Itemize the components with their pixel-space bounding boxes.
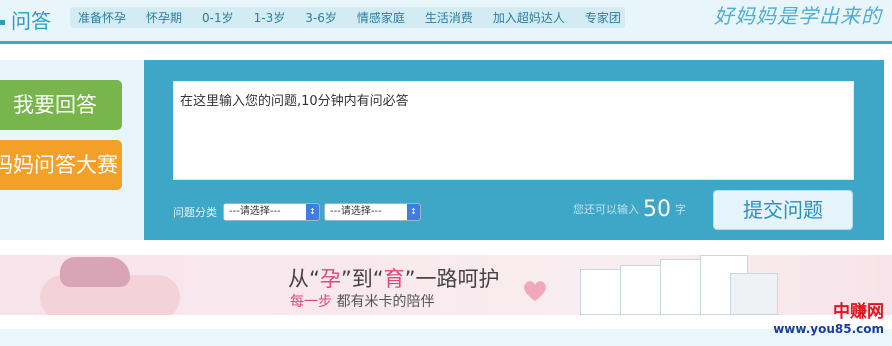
brand-label: 问答 [11, 9, 51, 33]
nav-item-join[interactable]: 加入超妈达人 [493, 9, 565, 26]
brand-dot-icon [0, 20, 5, 25]
header-divider [0, 41, 892, 44]
category-label: 问题分类 [173, 206, 217, 219]
category-select-2-value: ---请选择--- [330, 206, 382, 217]
category-nav: 准备怀孕 怀孕期 0-1岁 1-3岁 3-6岁 情感家庭 生活消费 加入超妈达人… [70, 7, 625, 28]
header: 问答 准备怀孕 怀孕期 0-1岁 1-3岁 3-6岁 情感家庭 生活消费 加入超… [0, 0, 892, 44]
nav-item-1-3[interactable]: 1-3岁 [254, 9, 286, 26]
remaining-prefix: 您还可以输入 [573, 203, 639, 216]
banner-subtitle: 每一步 都有米卡的陪伴 [290, 291, 434, 311]
banner-title-part: 从“ [288, 267, 320, 291]
watermark-url: www.you85.com [773, 322, 884, 336]
category-select-2[interactable]: ---请选择--- ↕ [324, 203, 421, 221]
updown-icon: ↕ [306, 204, 319, 220]
product-books-image [580, 255, 780, 315]
ask-panel: 在这里输入您的问题,10分钟内有问必答 问题分类 ---请选择--- ↕ ---… [144, 60, 884, 240]
watermark-name: 中赚网 [833, 302, 884, 322]
nav-item-prepare[interactable]: 准备怀孕 [78, 9, 126, 26]
question-input[interactable]: 在这里输入您的问题,10分钟内有问必答 [173, 81, 854, 180]
nav-item-pregnancy[interactable]: 怀孕期 [146, 9, 182, 26]
baby-shoe-image [60, 257, 130, 287]
category-select-1-value: ---请选择--- [229, 206, 281, 217]
hearts-icon [524, 281, 546, 301]
bottom-strip [0, 329, 892, 346]
site-watermark: 中赚网 www.you85.com [773, 304, 884, 338]
banner-title-pregnant: 孕 [319, 267, 341, 291]
banner-subtitle-text: 都有米卡的陪伴 [332, 294, 435, 310]
banner-title: 从“孕”到“育”一路呵护 [288, 263, 500, 293]
brand-title[interactable]: 问答 [0, 8, 51, 34]
nav-item-experts[interactable]: 专家团 [585, 9, 621, 26]
banner-subtitle-highlight: 每一步 [290, 294, 332, 310]
remaining-suffix: 字 [675, 203, 686, 216]
banner-title-part: ”一路呵护 [404, 267, 500, 291]
updown-icon: ↕ [407, 204, 420, 220]
contest-button[interactable]: 妈妈问答大赛 [0, 140, 122, 190]
nav-item-3-6[interactable]: 3-6岁 [305, 9, 337, 26]
remaining-chars: 您还可以输入 50 字 [573, 197, 686, 222]
submit-question-button[interactable]: 提交问题 [713, 190, 853, 230]
slogan: 好妈妈是学出来的 [714, 4, 882, 28]
nav-item-consume[interactable]: 生活消费 [425, 9, 473, 26]
banner-title-nurture: 育 [383, 267, 405, 291]
category-select-1[interactable]: ---请选择--- ↕ [223, 203, 320, 221]
box-icon [730, 273, 778, 315]
answer-button[interactable]: 我要回答 [0, 80, 122, 130]
promo-banner[interactable]: 从“孕”到“育”一路呵护 每一步 都有米卡的陪伴 [0, 255, 892, 315]
nav-item-family[interactable]: 情感家庭 [357, 9, 405, 26]
nav-item-0-1[interactable]: 0-1岁 [202, 9, 234, 26]
banner-title-part: ”到“ [340, 267, 384, 291]
remaining-count: 50 [643, 197, 671, 222]
